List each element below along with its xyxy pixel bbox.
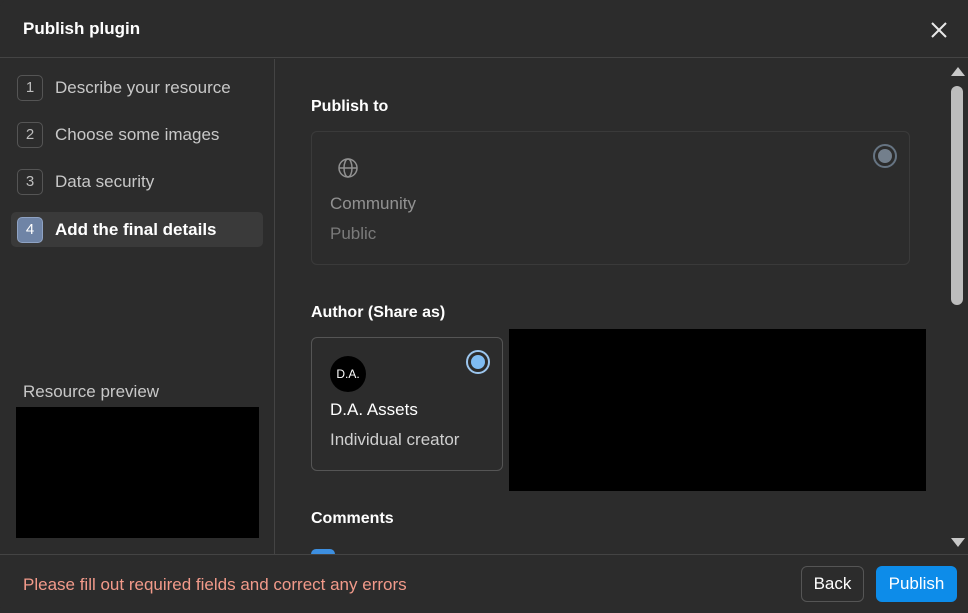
steps-sidebar: 1 Describe your resource 2 Choose some i… — [0, 59, 275, 554]
author-option-da-assets[interactable]: D.A. D.A. Assets Individual creator — [311, 337, 503, 471]
step-describe-resource[interactable]: 1 Describe your resource — [11, 70, 263, 105]
comments-title: Comments — [311, 510, 394, 527]
publish-button[interactable]: Publish — [876, 566, 957, 602]
step-label: Data security — [55, 171, 155, 191]
scroll-down-arrow-icon[interactable] — [951, 538, 965, 547]
community-option-name: Community — [330, 194, 416, 213]
resource-preview-image — [16, 407, 259, 538]
step-number: 4 — [17, 216, 43, 243]
step-data-security[interactable]: 3 Data security — [11, 164, 263, 199]
community-radio[interactable] — [873, 144, 897, 168]
scroll-up-arrow-icon[interactable] — [951, 67, 965, 76]
dialog-footer: Please fill out required fields and corr… — [0, 554, 968, 613]
publish-option-community[interactable]: Community Public — [311, 131, 910, 265]
close-icon — [931, 22, 947, 38]
step-choose-images[interactable]: 2 Choose some images — [11, 117, 263, 152]
redacted-region — [509, 329, 926, 491]
close-button[interactable] — [926, 17, 952, 43]
publish-to-title: Publish to — [311, 98, 389, 115]
step-label: Add the final details — [55, 219, 217, 239]
content-scrollbar[interactable] — [946, 59, 968, 554]
step-number: 1 — [17, 74, 43, 101]
dialog-title: Publish plugin — [23, 19, 141, 38]
resource-preview-label: Resource preview — [23, 382, 160, 401]
step-label: Describe your resource — [55, 77, 231, 97]
step-number: 3 — [17, 168, 43, 195]
radio-dot — [471, 355, 485, 369]
globe-icon — [338, 158, 358, 178]
dialog-header: Publish plugin — [0, 0, 968, 58]
scroll-thumb[interactable] — [951, 86, 963, 305]
back-button[interactable]: Back — [801, 566, 864, 602]
community-option-sub: Public — [330, 224, 377, 243]
avatar: D.A. — [330, 356, 366, 392]
radio-dot — [878, 149, 892, 163]
author-option-sub: Individual creator — [330, 430, 460, 449]
error-message: Please fill out required fields and corr… — [23, 575, 407, 594]
publish-plugin-dialog: Publish plugin 1 Describe your resource … — [0, 0, 968, 613]
step-number: 2 — [17, 121, 43, 148]
step-final-details[interactable]: 4 Add the final details — [11, 212, 263, 247]
author-radio[interactable] — [466, 350, 490, 374]
step-label: Choose some images — [55, 124, 220, 144]
author-option-name: D.A. Assets — [330, 400, 418, 419]
author-title: Author (Share as) — [311, 304, 446, 321]
details-content: Publish to Community Public Author (Shar… — [276, 59, 968, 554]
